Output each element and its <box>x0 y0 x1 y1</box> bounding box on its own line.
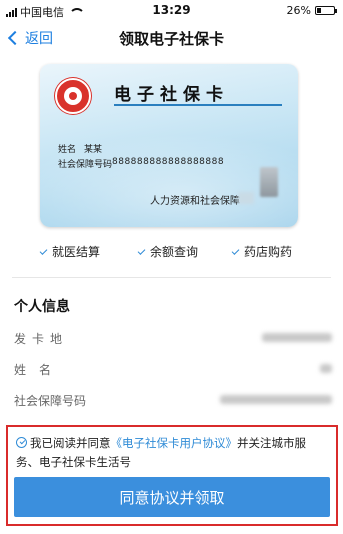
card-ssn-label: 社会保障号码 <box>58 160 113 170</box>
agreement-section: 我已阅读并同意《电子社保卡用户协议》并关注城市服务、电子社保卡生活号 同意协议并… <box>6 425 338 526</box>
feature-item: 药店购药 <box>231 243 293 260</box>
feature-label: 余额查询 <box>150 245 199 259</box>
info-label: 发卡地 <box>14 332 69 346</box>
card-name-label: 姓名 <box>58 145 77 155</box>
redacted-value <box>220 395 332 404</box>
feature-item: 就医结算 <box>39 243 101 260</box>
card-title: 电子社保卡 <box>114 85 229 105</box>
agreement-link[interactable]: 《电子社保卡用户协议》 <box>111 436 238 450</box>
agreement-text: 我已阅读并同意《电子社保卡用户协议》并关注城市服务、电子社保卡生活号 <box>16 434 316 472</box>
agree-and-claim-button[interactable]: 同意协议并领取 <box>14 477 330 517</box>
redacted-value <box>262 333 332 342</box>
card-photo <box>260 167 278 197</box>
info-label: 社会保障号码 <box>14 394 87 408</box>
feature-label: 药店购药 <box>244 245 293 259</box>
personal-info-title: 个人信息 <box>14 299 70 315</box>
agreement-text-before: 我已阅读并同意 <box>30 436 111 450</box>
social-security-card: 电子社保卡 姓名 某某 社会保障号码 888888888888888888 人力… <box>40 64 298 227</box>
battery-icon <box>315 6 337 15</box>
nav-bar: 返回 领取电子社保卡 <box>0 22 343 54</box>
feature-item: 余额查询 <box>137 243 199 260</box>
card-issuer: 人力资源和社会保障 <box>150 196 240 207</box>
info-label: 姓名 <box>14 363 65 377</box>
divider <box>12 277 331 278</box>
card-issuer-blur <box>238 192 254 204</box>
info-row-ssn: 社会保障号码 <box>14 392 332 412</box>
feature-list: 就医结算 余额查询 药店购药 <box>0 243 343 265</box>
emblem-icon <box>55 78 91 114</box>
status-right: 26% <box>286 4 337 17</box>
agree-check-icon[interactable] <box>16 437 27 448</box>
check-icon <box>39 246 48 255</box>
page-title: 领取电子社保卡 <box>118 30 224 48</box>
battery-percent: 26% <box>286 4 311 17</box>
battery-fill <box>317 8 321 13</box>
card-title-underline <box>114 104 282 106</box>
info-row-name: 姓名 <box>14 361 332 381</box>
card-ssn-value: 888888888888888888 <box>112 157 225 167</box>
feature-label: 就医结算 <box>52 245 101 259</box>
redacted-value <box>320 364 332 373</box>
info-row-issue-place: 发卡地 <box>14 330 332 350</box>
check-icon <box>137 246 146 255</box>
status-bar: 中国电信 13:29 26% <box>0 0 343 20</box>
check-icon <box>231 246 240 255</box>
card-name-value: 某某 <box>84 145 103 155</box>
